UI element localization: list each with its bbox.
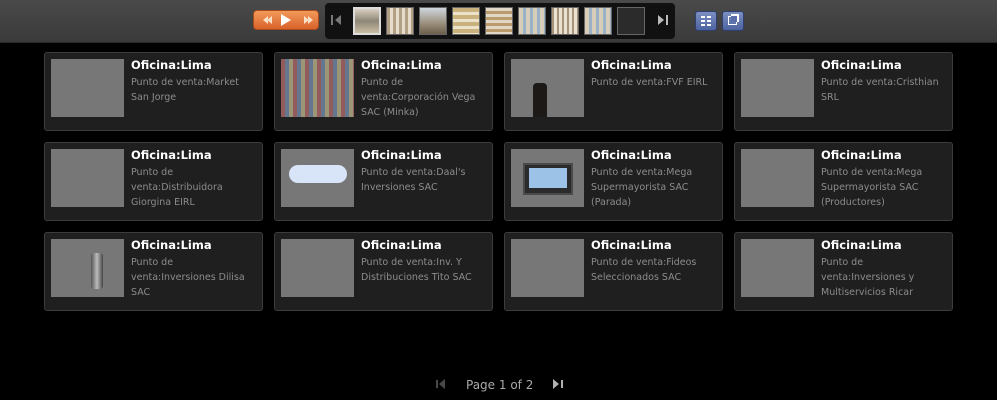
- store-card[interactable]: Oficina:Lima Punto de venta:Market San J…: [44, 52, 263, 131]
- store-card[interactable]: Oficina:Lima Punto de venta:Corporación …: [274, 52, 493, 131]
- card-title: Oficina:Lima: [591, 58, 672, 72]
- store-card[interactable]: Oficina:Lima Punto de venta:Daal's Inver…: [274, 142, 493, 221]
- store-card[interactable]: Oficina:Lima Punto de venta:Inversiones …: [734, 232, 953, 311]
- grid-view-icon: [701, 16, 711, 26]
- store-card[interactable]: Oficina:Lima Punto de venta:Fideos Selec…: [504, 232, 723, 311]
- store-card[interactable]: Oficina:Lima Punto de venta:FVF EIRL: [504, 52, 723, 131]
- strip-thumbnail[interactable]: [485, 7, 513, 35]
- fast-forward-icon[interactable]: [303, 16, 313, 24]
- page-indicator: Page 1 of 2: [466, 378, 534, 392]
- strip-thumbnail[interactable]: [353, 7, 381, 35]
- card-subtitle: Punto de venta:Daal's Inversiones SAC: [361, 167, 466, 193]
- card-title: Oficina:Lima: [361, 148, 442, 162]
- card-title: Oficina:Lima: [821, 148, 902, 162]
- card-title: Oficina:Lima: [131, 58, 212, 72]
- card-subtitle: Punto de venta:Corporación Vega SAC (Min…: [361, 77, 476, 118]
- page-next-icon[interactable]: [552, 379, 563, 390]
- placeholder-photo: [741, 149, 814, 207]
- store-card[interactable]: Oficina:Lima Punto de venta:Inv. Y Distr…: [274, 232, 493, 311]
- card-subtitle: Punto de venta:Mega Supermayorista SAC (…: [591, 167, 693, 208]
- placeholder-photo: [281, 239, 354, 297]
- grid-view-button[interactable]: [695, 11, 717, 31]
- store-photo: [281, 59, 354, 117]
- store-card[interactable]: Oficina:Lima Punto de venta:Inversiones …: [44, 232, 263, 311]
- card-subtitle: Punto de venta:Inversiones Dilisa SAC: [131, 257, 245, 298]
- store-photo: [281, 149, 354, 207]
- play-icon[interactable]: [280, 14, 291, 26]
- page-prev-icon[interactable]: [436, 379, 447, 390]
- store-card[interactable]: Oficina:Lima Punto de venta:Cristhian SR…: [734, 52, 953, 131]
- open-external-icon: [728, 14, 739, 25]
- placeholder-photo: [51, 149, 124, 207]
- strip-thumbnail[interactable]: [518, 7, 546, 35]
- card-title: Oficina:Lima: [591, 238, 672, 252]
- card-title: Oficina:Lima: [361, 238, 442, 252]
- chevron-right-icon[interactable]: [656, 14, 668, 27]
- card-title: Oficina:Lima: [131, 238, 212, 252]
- store-photo: [511, 59, 584, 117]
- placeholder-photo: [741, 239, 814, 297]
- card-subtitle: Punto de venta:FVF EIRL: [591, 77, 708, 88]
- strip-thumbnail[interactable]: [452, 7, 480, 35]
- store-card[interactable]: Oficina:Lima Punto de venta:Mega Superma…: [734, 142, 953, 221]
- card-subtitle: Punto de venta:Inversiones y Multiservic…: [821, 257, 915, 298]
- card-subtitle: Punto de venta:Fideos Seleccionados SAC: [591, 257, 697, 283]
- store-photo: [51, 59, 124, 117]
- store-photo: [51, 239, 124, 297]
- strip-thumbnail[interactable]: [419, 7, 447, 35]
- card-subtitle: Punto de venta:Cristhian SRL: [821, 77, 939, 103]
- top-toolbar: [0, 0, 997, 43]
- placeholder-photo: [511, 239, 584, 297]
- open-external-button[interactable]: [722, 11, 744, 31]
- strip-thumbnail[interactable]: [617, 7, 645, 35]
- store-photo: [511, 149, 584, 207]
- strip-thumbnail[interactable]: [551, 7, 579, 35]
- store-card[interactable]: Oficina:Lima Punto de venta:Mega Superma…: [504, 142, 723, 221]
- card-title: Oficina:Lima: [361, 58, 442, 72]
- strip-thumbnail[interactable]: [584, 7, 612, 35]
- slideshow-controls: [253, 10, 319, 30]
- card-subtitle: Punto de venta:Mega Supermayorista SAC (…: [821, 167, 923, 208]
- chevron-left-icon[interactable]: [331, 14, 343, 27]
- card-subtitle: Punto de venta:Market San Jorge: [131, 77, 239, 103]
- placeholder-photo: [741, 59, 814, 117]
- store-card[interactable]: Oficina:Lima Punto de venta:Distribuidor…: [44, 142, 263, 221]
- strip-thumbnail[interactable]: [386, 7, 414, 35]
- card-subtitle: Punto de venta:Inv. Y Distribuciones Tit…: [361, 257, 472, 283]
- pagination: Page 1 of 2: [0, 377, 997, 393]
- thumbnail-strip: [325, 3, 675, 39]
- card-title: Oficina:Lima: [131, 148, 212, 162]
- card-title: Oficina:Lima: [591, 148, 672, 162]
- rewind-icon[interactable]: [263, 16, 273, 24]
- card-title: Oficina:Lima: [821, 238, 902, 252]
- card-subtitle: Punto de venta:Distribuidora Giorgina EI…: [131, 167, 223, 208]
- card-title: Oficina:Lima: [821, 58, 902, 72]
